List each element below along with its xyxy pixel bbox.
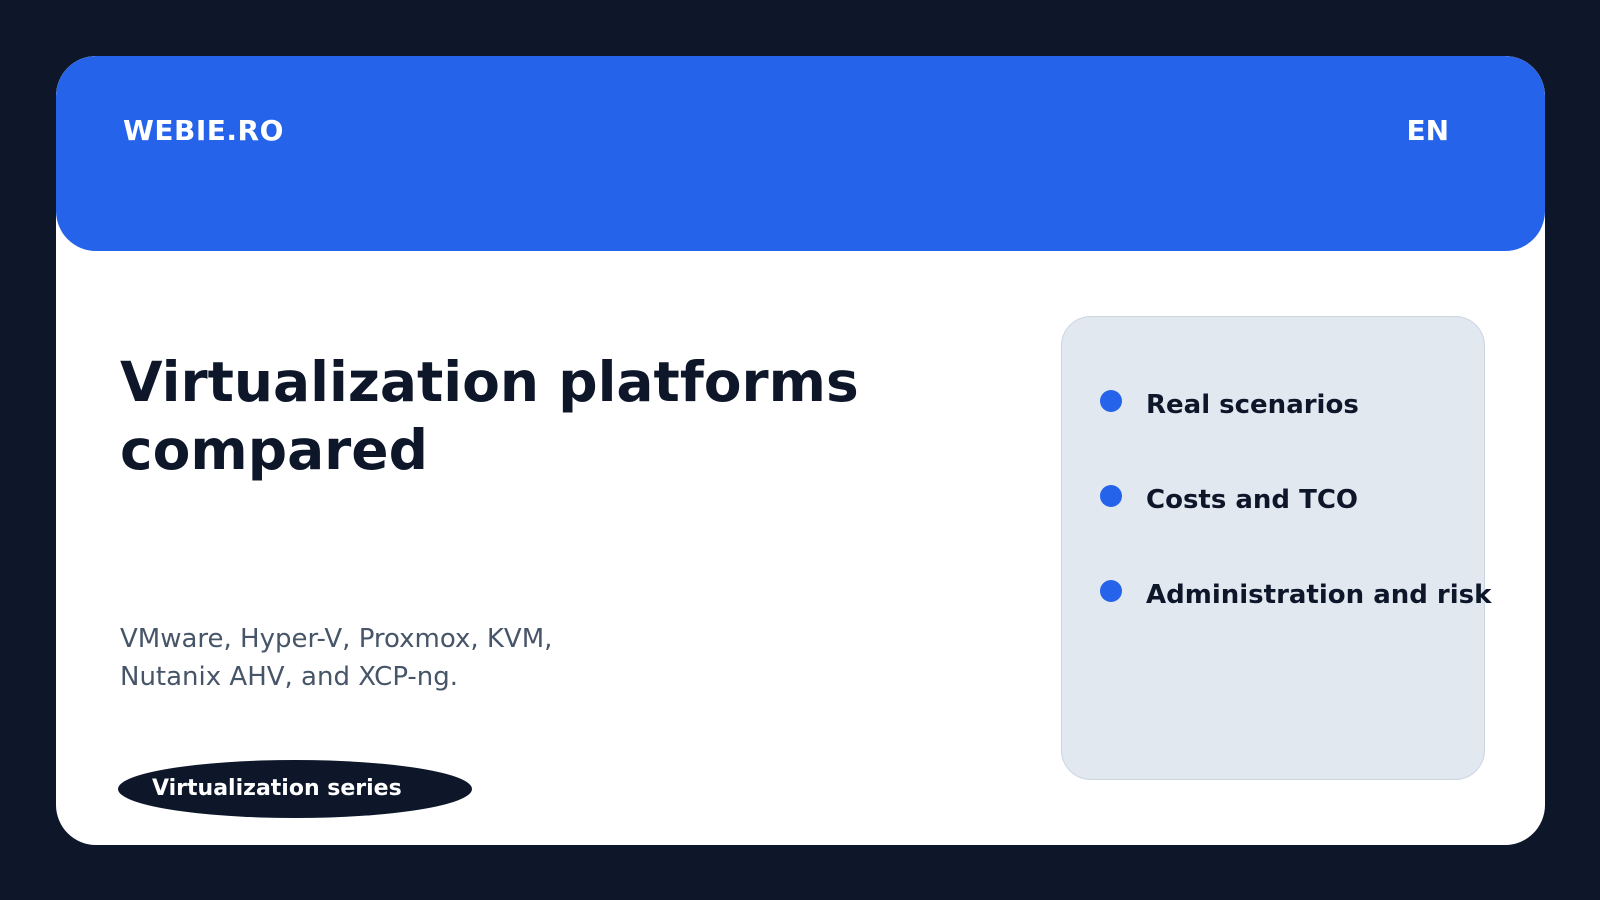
topic-item-real-scenarios: Real scenarios [1100,385,1359,425]
topics-panel: Real scenarios Costs and TCO Administrat… [1061,316,1491,780]
topic-label: Administration and risk [1146,580,1492,610]
bullet-dot-icon [1100,485,1122,507]
bullet-dot-icon [1100,390,1122,412]
topic-label: Real scenarios [1146,390,1359,420]
page-subtitle: VMware, Hyper-V, Proxmox, KVM, Nutanix A… [120,624,553,692]
topic-label: Costs and TCO [1146,485,1359,515]
bullet-dot-icon [1100,580,1122,602]
topic-item-administration-risk: Administration and risk [1100,575,1491,615]
language-switch[interactable]: EN [1406,114,1449,147]
topic-item-costs-tco: Costs and TCO [1100,480,1358,520]
page-title: Virtualization platforms compared [120,350,859,482]
brand-logo[interactable]: WEBIE.RO [123,114,284,147]
series-badge: Virtualization series [118,760,472,818]
slide-card: WEBIE.RO EN Virtualization platforms com… [56,56,1545,845]
header-bar: WEBIE.RO EN [56,56,1545,251]
